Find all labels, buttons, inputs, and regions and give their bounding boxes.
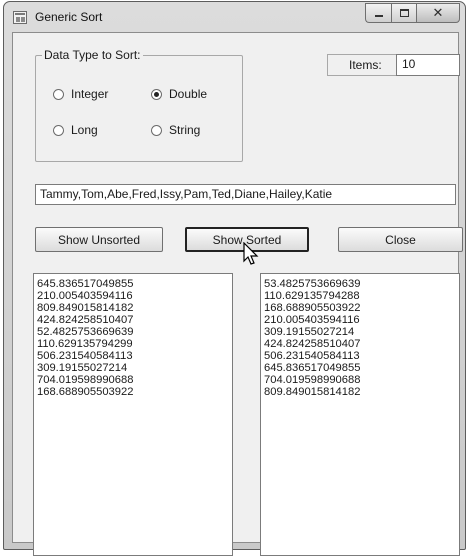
maximize-icon bbox=[399, 9, 409, 17]
data-type-groupbox: Data Type to Sort: Integer Double Long S… bbox=[35, 48, 243, 162]
data-type-group-label: Data Type to Sort: bbox=[42, 48, 143, 62]
app-window-icon bbox=[13, 11, 27, 24]
sorted-list-item[interactable]: 645.836517049855 bbox=[264, 362, 456, 374]
radio-string-label: String bbox=[169, 123, 201, 137]
radio-double[interactable]: Double bbox=[151, 87, 207, 101]
maximize-button[interactable] bbox=[391, 3, 416, 23]
radio-integer[interactable]: Integer bbox=[53, 87, 108, 101]
radio-double-circle[interactable] bbox=[151, 88, 162, 100]
window-title: Generic Sort bbox=[35, 10, 103, 24]
unsorted-list-item[interactable]: 704.019598990688 bbox=[37, 374, 229, 386]
unsorted-list-item[interactable]: 506.231540584113 bbox=[37, 350, 229, 362]
radio-string[interactable]: String bbox=[151, 123, 200, 137]
window-controls: ✕ bbox=[365, 3, 460, 23]
unsorted-list-item[interactable]: 645.836517049855 bbox=[37, 278, 229, 290]
radio-double-label: Double bbox=[169, 87, 208, 101]
sorted-listbox[interactable]: 53.4825753669639 110.629135794288 168.6889… bbox=[260, 273, 460, 556]
app-window: Generic Sort ✕ Data Type to Sort: Intege… bbox=[3, 1, 466, 556]
radio-integer-label: Integer bbox=[71, 87, 109, 101]
show-unsorted-button[interactable]: Show Unsorted bbox=[35, 227, 163, 252]
radio-long-label: Long bbox=[71, 123, 98, 137]
unsorted-list-item[interactable]: 424.824258510407 bbox=[37, 314, 229, 326]
names-input[interactable]: Tammy,Tom,Abe,Fred,Issy,Pam,Ted,Diane,Ha… bbox=[35, 184, 456, 205]
sorted-list-item[interactable]: 53.4825753669639 bbox=[264, 278, 456, 290]
items-label: Items: bbox=[349, 58, 382, 72]
radio-long-circle[interactable] bbox=[53, 124, 64, 136]
unsorted-list-item[interactable]: 52.4825753669639 bbox=[37, 326, 229, 338]
unsorted-list-item[interactable]: 309.19155027214 bbox=[37, 362, 229, 374]
unsorted-list-item[interactable]: 210.005403594116 bbox=[37, 290, 229, 302]
items-input[interactable]: 10 bbox=[396, 54, 460, 76]
close-window-button[interactable]: ✕ bbox=[416, 3, 460, 23]
sorted-list-item[interactable]: 809.849015814182 bbox=[264, 386, 456, 398]
close-icon: ✕ bbox=[432, 5, 444, 20]
unsorted-list-item[interactable]: 110.629135794299 bbox=[37, 338, 229, 350]
sorted-list-item[interactable]: 424.824258510407 bbox=[264, 338, 456, 350]
client-area: Data Type to Sort: Integer Double Long S… bbox=[12, 32, 463, 556]
minimize-icon bbox=[374, 15, 383, 17]
title-bar[interactable]: Generic Sort ✕ bbox=[4, 2, 465, 32]
unsorted-listbox[interactable]: 645.836517049855 210.005403594116 809.8490… bbox=[33, 273, 233, 556]
sorted-list-item[interactable]: 309.19155027214 bbox=[264, 326, 456, 338]
sorted-list-item[interactable]: 704.019598990688 bbox=[264, 374, 456, 386]
unsorted-list-item[interactable]: 168.688905503922 bbox=[37, 386, 229, 398]
unsorted-list-item[interactable]: 809.849015814182 bbox=[37, 302, 229, 314]
radio-string-circle[interactable] bbox=[151, 124, 162, 136]
close-button[interactable]: Close bbox=[338, 227, 463, 252]
radio-integer-circle[interactable] bbox=[53, 88, 64, 100]
sorted-list-item[interactable]: 506.231540584113 bbox=[264, 350, 456, 362]
minimize-button[interactable] bbox=[365, 3, 391, 23]
sorted-list-item[interactable]: 168.688905503922 bbox=[264, 302, 456, 314]
sorted-list-item[interactable]: 210.005403594116 bbox=[264, 314, 456, 326]
sorted-list-item[interactable]: 110.629135794288 bbox=[264, 290, 456, 302]
radio-long[interactable]: Long bbox=[53, 123, 98, 137]
mouse-cursor-icon bbox=[243, 242, 259, 265]
